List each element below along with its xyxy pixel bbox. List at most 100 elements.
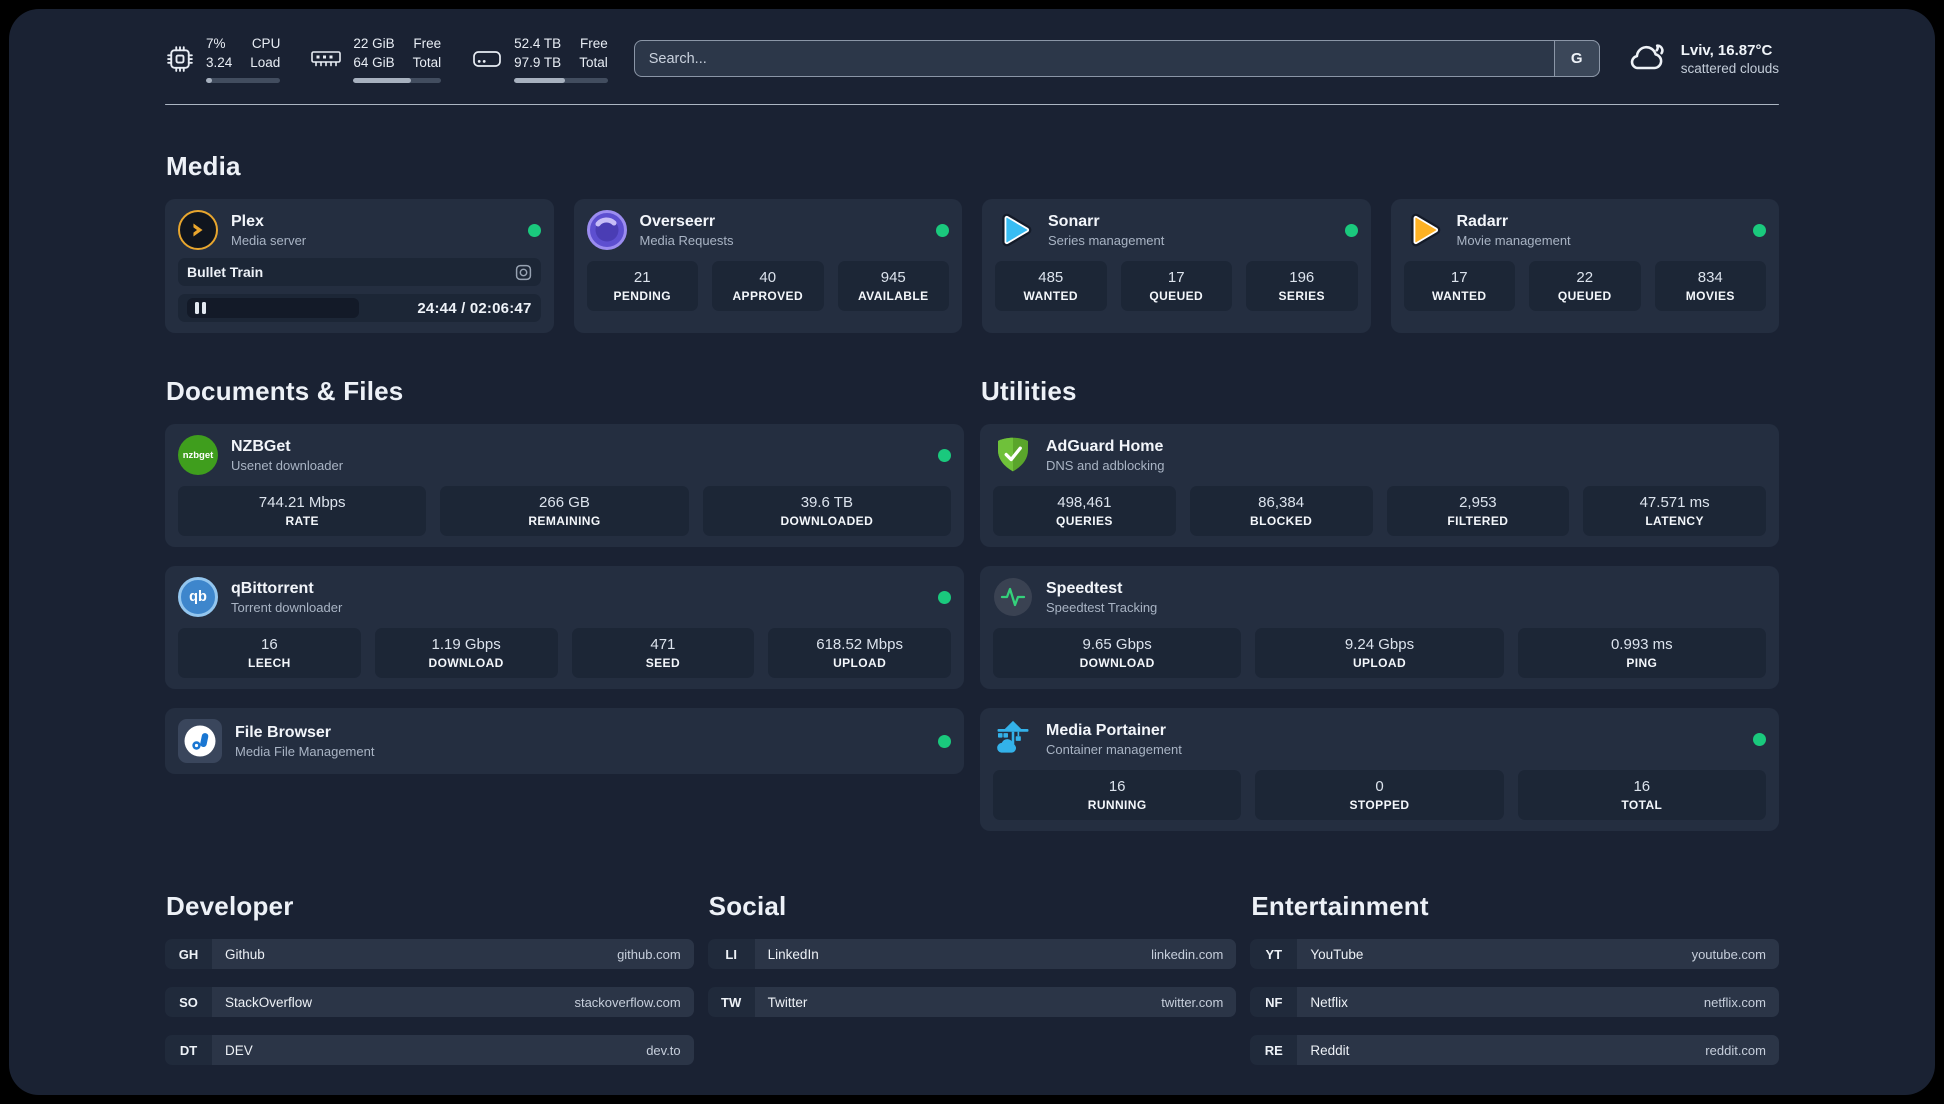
video-icon bbox=[515, 264, 532, 281]
nzbget-icon: nzbget bbox=[178, 435, 218, 476]
disk-label-top: Free bbox=[579, 36, 608, 51]
stat-label: PENDING bbox=[613, 289, 671, 304]
media-grid: Plex Media server Bullet Train 24:44 / 0… bbox=[165, 199, 1779, 334]
stat-value: 1.19 Gbps bbox=[431, 636, 501, 654]
stat-label: SERIES bbox=[1278, 289, 1325, 304]
section-entertainment: Entertainment YT YouTube youtube.com NF … bbox=[1250, 891, 1779, 1083]
stat-label: DOWNLOAD bbox=[428, 656, 504, 671]
stat-tile: 16 TOTAL bbox=[1517, 770, 1766, 821]
filebrowser-card[interactable]: File Browser Media File Management bbox=[165, 708, 964, 775]
link-tag: YT bbox=[1250, 939, 1298, 970]
speedtest-icon bbox=[993, 577, 1033, 617]
link-name: StackOverflow bbox=[225, 994, 313, 1010]
stat-tile: 834 MOVIES bbox=[1654, 261, 1766, 312]
stat-value: 945 bbox=[880, 269, 906, 287]
link-url: linkedin.com bbox=[1151, 946, 1224, 962]
memory-stat-widget: 22 GiB 64 GiB Free Total bbox=[310, 35, 442, 83]
disk-free-value: 52.4 TB bbox=[514, 36, 562, 51]
link-url: stackoverflow.com bbox=[574, 994, 681, 1010]
stat-tile: 0 STOPPED bbox=[1255, 770, 1504, 821]
link-name: Github bbox=[225, 946, 265, 962]
memory-label-bottom: Total bbox=[412, 54, 442, 70]
app-title: File Browser bbox=[235, 723, 332, 741]
app-title: qBittorrent bbox=[231, 579, 314, 597]
stat-value: 39.6 TB bbox=[800, 494, 853, 512]
topbar: 7% 3.24 CPU Load 22 GiB 64 GiB Free Tota… bbox=[165, 35, 1779, 83]
portainer-card[interactable]: Media Portainer Container management 16 … bbox=[980, 708, 1779, 832]
stat-tile: 485 WANTED bbox=[995, 261, 1107, 312]
ram-icon bbox=[310, 46, 342, 72]
sonarr-card[interactable]: Sonarr Series management 485 WANTED 17 Q… bbox=[982, 199, 1371, 334]
cpu-progress-bar bbox=[206, 77, 281, 83]
app-subtitle: DNS and adblocking bbox=[1046, 457, 1165, 473]
qbittorrent-card[interactable]: qb qBittorrent Torrent downloader 16 LEE… bbox=[165, 566, 964, 690]
stat-value: 744.21 Mbps bbox=[258, 494, 346, 512]
system-stats: 7% 3.24 CPU Load 22 GiB 64 GiB Free Tota… bbox=[165, 35, 608, 83]
speedtest-card[interactable]: Speedtest Speedtest Tracking 9.65 Gbps D… bbox=[980, 566, 1779, 690]
section-social: Social LI LinkedIn linkedin.com TW Twitt… bbox=[707, 891, 1237, 1083]
stat-value: 16 bbox=[261, 636, 278, 654]
link-github[interactable]: GH Github github.com bbox=[165, 939, 694, 970]
adguard-card[interactable]: AdGuard Home DNS and adblocking 498,461 … bbox=[980, 424, 1779, 548]
link-youtube[interactable]: YT YouTube youtube.com bbox=[1250, 939, 1779, 970]
link-url: github.com bbox=[617, 946, 681, 962]
link-netflix[interactable]: NF Netflix netflix.com bbox=[1250, 987, 1779, 1018]
section-title-utilities: Utilities bbox=[981, 376, 1077, 407]
cpu-usage-value: 7% bbox=[206, 36, 226, 51]
stat-value: 0 bbox=[1375, 778, 1384, 796]
stat-label: BLOCKED bbox=[1250, 514, 1313, 529]
link-url: twitter.com bbox=[1161, 994, 1224, 1010]
radarr-icon bbox=[1404, 210, 1444, 250]
stat-tile: 86,384 BLOCKED bbox=[1189, 486, 1373, 537]
status-online-dot bbox=[936, 223, 949, 237]
radarr-card[interactable]: Radarr Movie management 17 WANTED 22 QUE… bbox=[1390, 199, 1779, 334]
stat-label: REMAINING bbox=[528, 514, 601, 529]
cpu-stat-widget: 7% 3.24 CPU Load bbox=[165, 35, 281, 83]
app-subtitle: Media server bbox=[231, 232, 307, 248]
cpu-label-bottom: Load bbox=[250, 54, 281, 70]
filebrowser-icon bbox=[178, 719, 222, 764]
memory-total-value: 64 GiB bbox=[353, 54, 395, 70]
cpu-icon bbox=[165, 44, 195, 74]
link-url: dev.to bbox=[646, 1042, 681, 1058]
link-url: youtube.com bbox=[1691, 946, 1766, 962]
link-dev[interactable]: DT DEV dev.to bbox=[165, 1035, 694, 1066]
nzbget-card[interactable]: nzbget NZBGet Usenet downloader 744.21 M… bbox=[165, 424, 964, 548]
search-engine-button[interactable]: G bbox=[1553, 40, 1600, 78]
stat-tile: 16 LEECH bbox=[178, 628, 361, 679]
app-title: Overseerr bbox=[639, 212, 716, 230]
link-name: Netflix bbox=[1310, 994, 1348, 1010]
app-title: Media Portainer bbox=[1046, 721, 1167, 739]
link-stackoverflow[interactable]: SO StackOverflow stackoverflow.com bbox=[165, 987, 694, 1018]
disk-icon bbox=[471, 46, 503, 72]
section-developer: Developer GH Github github.com SO StackO… bbox=[165, 891, 694, 1083]
plex-icon bbox=[178, 210, 218, 251]
plex-card[interactable]: Plex Media server Bullet Train 24:44 / 0… bbox=[165, 199, 554, 334]
search-input[interactable] bbox=[633, 40, 1600, 78]
seek-bar[interactable] bbox=[187, 298, 359, 319]
stat-label: AVAILABLE bbox=[858, 289, 929, 304]
cpu-label-top: CPU bbox=[251, 36, 281, 51]
stat-tile: 22 QUEUED bbox=[1529, 261, 1641, 312]
link-reddit[interactable]: RE Reddit reddit.com bbox=[1250, 1035, 1779, 1066]
stat-tile: 196 SERIES bbox=[1246, 261, 1358, 312]
status-online-dot bbox=[938, 448, 951, 462]
stat-value: 9.24 Gbps bbox=[1344, 636, 1415, 654]
overseerr-icon bbox=[586, 210, 627, 251]
qbittorrent-icon: qb bbox=[178, 577, 218, 618]
link-name: LinkedIn bbox=[767, 946, 819, 962]
stat-tile: 39.6 TB DOWNLOADED bbox=[702, 486, 951, 537]
overseerr-card[interactable]: Overseerr Media Requests 21 PENDING 40 A… bbox=[573, 199, 962, 334]
section-title-developer: Developer bbox=[166, 891, 294, 922]
stat-value: 21 bbox=[633, 269, 651, 287]
section-title-media: Media bbox=[166, 151, 241, 182]
cloud-icon bbox=[1626, 39, 1668, 78]
status-online-dot bbox=[527, 223, 541, 237]
link-tag: NF bbox=[1250, 987, 1298, 1018]
topbar-divider bbox=[165, 103, 1779, 106]
section-utilities: Utilities AdGuard Home DNS and adblockin… bbox=[980, 376, 1779, 832]
pause-icon[interactable] bbox=[195, 302, 206, 315]
link-twitter[interactable]: TW Twitter twitter.com bbox=[707, 987, 1237, 1018]
link-linkedin[interactable]: LI LinkedIn linkedin.com bbox=[707, 939, 1237, 970]
plex-now-playing-row: Bullet Train bbox=[178, 258, 541, 287]
